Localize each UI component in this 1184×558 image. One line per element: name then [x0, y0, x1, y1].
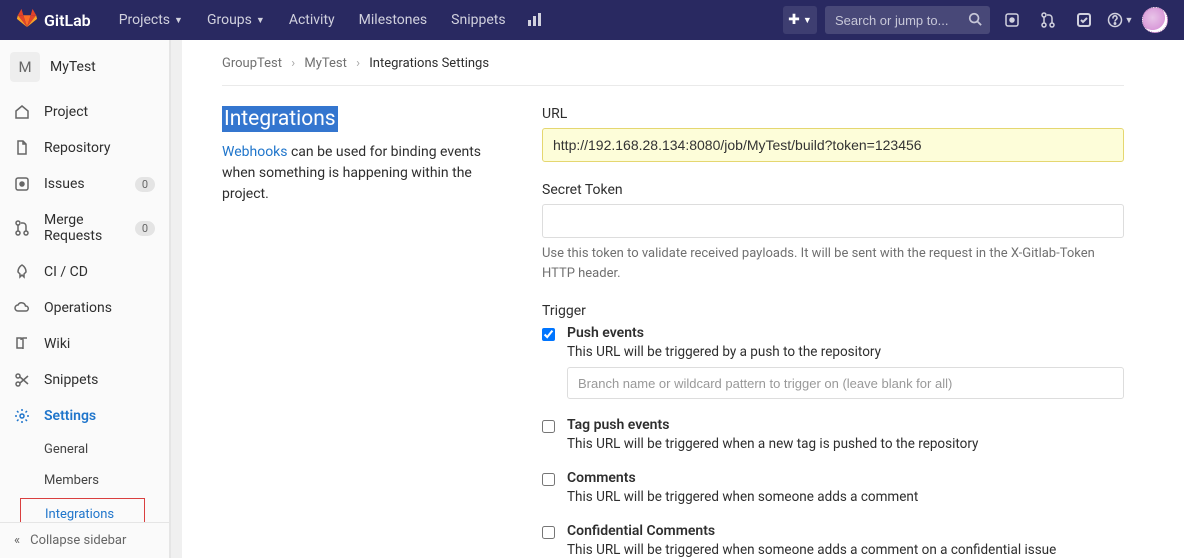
sidebar-item-merge-requests[interactable]: Merge Requests0 — [0, 202, 169, 254]
trigger-row: Comments This URL will be triggered when … — [542, 470, 1124, 505]
sidebar-item-settings[interactable]: Settings — [0, 398, 169, 434]
sidebar-sub-members[interactable]: Members — [0, 465, 169, 496]
help-dropdown[interactable]: ▼ — [1106, 6, 1134, 34]
sidebar-item-snippets[interactable]: Snippets — [0, 362, 169, 398]
sidebar-item-cicd[interactable]: CI / CD — [0, 254, 169, 290]
badge: 0 — [135, 221, 155, 236]
trigger-branch-input[interactable] — [567, 367, 1124, 399]
sidebar-sub-integrations[interactable]: Integrations — [20, 498, 145, 522]
trigger-row: Tag push events This URL will be triggere… — [542, 417, 1124, 452]
sidebar-item-project[interactable]: Project — [0, 94, 169, 130]
gitlab-logo[interactable]: GitLab — [16, 7, 91, 33]
book-icon — [14, 336, 30, 352]
trigger-desc: This URL will be triggered when someone … — [567, 542, 1124, 558]
trigger-desc: This URL will be triggered when a new ta… — [567, 436, 1124, 452]
chevron-down-icon: ▼ — [256, 15, 265, 26]
search-input[interactable] — [825, 6, 990, 34]
page-description: Webhooks can be used for binding events … — [222, 142, 482, 205]
webhooks-link[interactable]: Webhooks — [222, 144, 288, 160]
file-icon — [14, 140, 30, 156]
cloud-icon — [14, 300, 30, 316]
project-name: MyTest — [50, 59, 96, 75]
merge-icon — [14, 220, 30, 236]
search-box — [825, 6, 990, 34]
url-label: URL — [542, 106, 1124, 122]
scissors-icon — [14, 372, 30, 388]
gear-icon — [14, 408, 30, 424]
collapse-sidebar[interactable]: «Collapse sidebar — [0, 522, 169, 558]
trigger-label: Trigger — [542, 303, 1124, 319]
chevron-down-icon: ▼ — [174, 15, 183, 26]
project-context[interactable]: M MyTest — [0, 40, 169, 94]
trigger-checkbox[interactable] — [542, 473, 555, 486]
chevron-right-icon: › — [291, 56, 295, 71]
chevron-down-icon: ▼ — [1125, 15, 1134, 26]
tanuki-icon — [16, 7, 38, 33]
breadcrumb-project[interactable]: MyTest — [304, 56, 347, 71]
brand-text: GitLab — [44, 11, 91, 30]
plus-icon: ✚ — [788, 12, 800, 28]
merge-requests-icon[interactable] — [1034, 6, 1062, 34]
breadcrumb-current: Integrations Settings — [369, 56, 489, 71]
nav-projects[interactable]: Projects▼ — [109, 0, 193, 40]
chevron-right-icon: › — [356, 56, 360, 71]
nav-milestones[interactable]: Milestones — [349, 0, 438, 40]
breadcrumb: GroupTest › MyTest › Integrations Settin… — [222, 56, 1124, 86]
badge: 0 — [135, 177, 155, 192]
trigger-title: Confidential Comments — [567, 523, 1124, 539]
trigger-checkbox[interactable] — [542, 420, 555, 433]
trigger-row: Push events This URL will be triggered by… — [542, 325, 1124, 399]
issues-icon — [14, 176, 30, 192]
url-input[interactable] — [542, 128, 1124, 162]
secret-token-help: Use this token to validate received payl… — [542, 244, 1124, 283]
chevron-left-icon: « — [14, 533, 20, 548]
trigger-title: Tag push events — [567, 417, 1124, 433]
secret-token-label: Secret Token — [542, 182, 1124, 198]
sidebar-scrollbar[interactable] — [170, 40, 182, 558]
nav-snippets[interactable]: Snippets — [441, 0, 515, 40]
rocket-icon — [14, 264, 30, 280]
project-avatar: M — [10, 52, 40, 82]
nav-groups[interactable]: Groups▼ — [197, 0, 275, 40]
sidebar-item-repository[interactable]: Repository — [0, 130, 169, 166]
page-title: Integrations — [222, 106, 338, 132]
trigger-desc: This URL will be triggered when someone … — [567, 489, 1124, 505]
trigger-title: Comments — [567, 470, 1124, 486]
breadcrumb-group[interactable]: GroupTest — [222, 56, 282, 71]
sidebar-sub-general[interactable]: General — [0, 434, 169, 465]
new-dropdown[interactable]: ✚▼ — [783, 6, 817, 34]
nav-chart-icon[interactable] — [520, 6, 548, 34]
trigger-desc: This URL will be triggered by a push to … — [567, 344, 1124, 360]
trigger-row: Confidential Comments This URL will be tr… — [542, 523, 1124, 558]
sidebar-item-issues[interactable]: Issues0 — [0, 166, 169, 202]
todos-icon[interactable] — [1070, 6, 1098, 34]
sidebar-item-operations[interactable]: Operations — [0, 290, 169, 326]
chevron-down-icon: ▼ — [803, 15, 812, 26]
trigger-checkbox[interactable] — [542, 526, 555, 539]
top-navbar: GitLab Projects▼ Groups▼ Activity Milest… — [0, 0, 1184, 40]
issues-icon[interactable] — [998, 6, 1026, 34]
trigger-checkbox[interactable] — [542, 328, 555, 341]
secret-token-input[interactable] — [542, 204, 1124, 238]
home-icon — [14, 104, 30, 120]
nav-activity[interactable]: Activity — [279, 0, 345, 40]
sidebar-item-wiki[interactable]: Wiki — [0, 326, 169, 362]
main-content: GroupTest › MyTest › Integrations Settin… — [182, 40, 1184, 558]
trigger-title: Push events — [567, 325, 1124, 341]
sidebar: M MyTest Project Repository Issues0 Merg… — [0, 40, 170, 558]
user-avatar[interactable] — [1142, 7, 1168, 33]
